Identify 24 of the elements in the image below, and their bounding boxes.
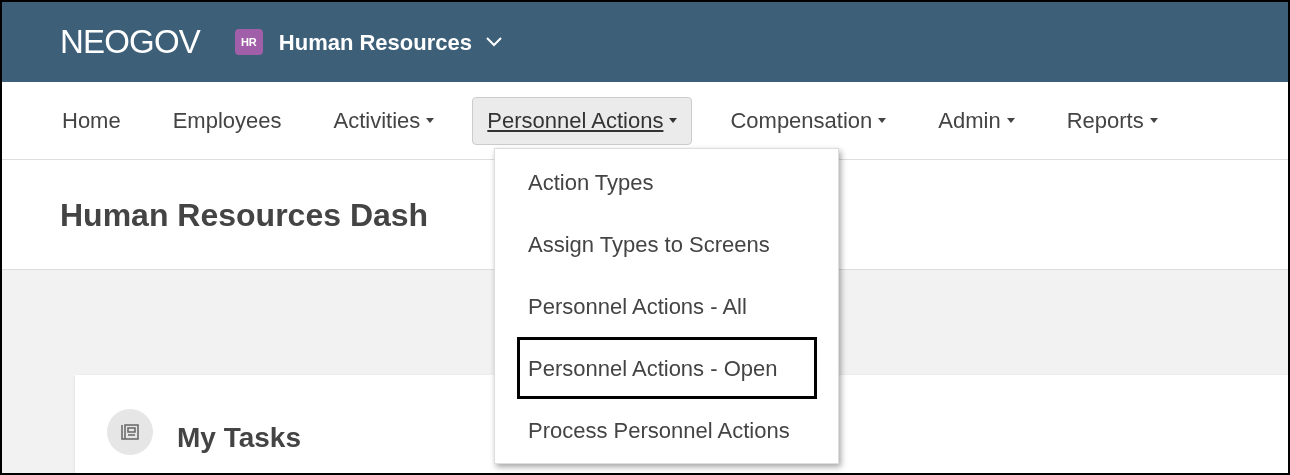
card-title: My Tasks xyxy=(177,421,301,455)
menu-item[interactable]: Action Types xyxy=(517,151,817,213)
caret-icon xyxy=(669,118,678,123)
nav-tab[interactable]: Reports xyxy=(1052,96,1172,145)
app-badge: HR xyxy=(234,28,263,56)
page-title: Human Resources Dash xyxy=(60,195,429,235)
caret-icon xyxy=(426,118,435,123)
nav-tab[interactable]: Employees xyxy=(158,96,296,145)
nav-tab[interactable]: Activities xyxy=(319,96,449,145)
nav-tab[interactable]: Compensation xyxy=(716,96,901,145)
caret-icon xyxy=(1006,118,1015,123)
menu-item[interactable]: Assign Types to Screens xyxy=(517,213,817,275)
menu-item[interactable]: Personnel Actions - All xyxy=(517,275,817,337)
menu-item[interactable]: Process Personnel Actions xyxy=(517,399,817,461)
app-switcher[interactable]: Human Resources xyxy=(278,25,502,59)
caret-icon xyxy=(1149,118,1158,123)
tasks-icon xyxy=(107,409,153,455)
chevron-down-icon xyxy=(486,37,502,47)
caret-icon xyxy=(878,118,887,123)
menu-item[interactable]: Personnel Actions - Open xyxy=(517,337,817,399)
nav-tab[interactable]: Home xyxy=(48,96,135,145)
nav-tab[interactable]: Admin xyxy=(924,96,1029,145)
nav-tab[interactable]: Personnel Actions xyxy=(472,96,693,145)
logo: NEOGOV xyxy=(60,22,200,63)
